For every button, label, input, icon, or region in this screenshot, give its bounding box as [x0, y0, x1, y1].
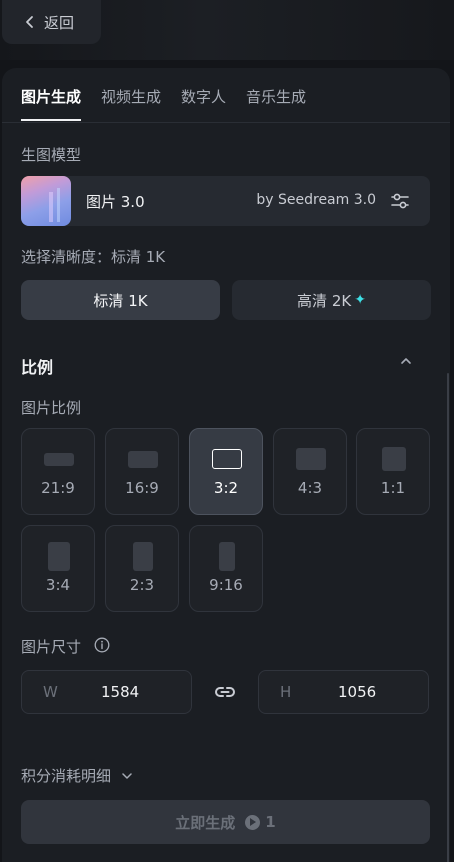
ratio-21-9-label: 21:9 [41, 479, 75, 497]
generation-panel: 图片生成 视频生成 数字人 音乐生成 生图模型 图片 3.0 by Seedre… [2, 68, 450, 862]
ratio-3-4-shape [48, 542, 70, 571]
width-field[interactable]: W 1584 [21, 670, 192, 714]
ratio-1-1-shape [382, 447, 406, 471]
ratio-3-4-label: 3:4 [45, 576, 71, 594]
ratio-4-3-label: 4:3 [297, 479, 323, 497]
link-icon[interactable] [213, 680, 237, 704]
width-field-value[interactable]: 1584 [101, 683, 139, 701]
ratio-16-9-option[interactable]: 16:9 [105, 428, 179, 515]
ratio-21-9-option[interactable]: 21:9 [21, 428, 95, 515]
cost-details-label: 积分消耗明细 [21, 767, 112, 785]
tab-digital-human[interactable]: 数字人 [181, 86, 226, 120]
sparkle-icon: ✦ [354, 292, 366, 308]
ratio-9-16-label: 9:16 [209, 576, 243, 594]
ratio-1-1-label: 1:1 [380, 479, 406, 497]
ratio-21-9-shape [44, 453, 74, 466]
tab-image-generation[interactable]: 图片生成 [21, 86, 82, 121]
ratio-section-title: 比例 [21, 358, 54, 377]
quality-sd-1k-button[interactable]: 标清 1K [21, 280, 220, 320]
credit-cost: 1 [265, 813, 276, 831]
sliders-icon[interactable] [390, 191, 410, 211]
ratio-9-16-shape [219, 542, 235, 571]
chevron-down-icon [122, 772, 132, 779]
info-icon[interactable] [94, 637, 110, 653]
ratio-4-3-shape [296, 448, 326, 470]
quality-hd-label: 高清 2K [297, 291, 352, 310]
model-selector[interactable]: 图片 3.0 by Seedream 3.0 [21, 176, 430, 226]
top-bar: 返回 [0, 0, 454, 60]
tab-music-generation[interactable]: 音乐生成 [246, 86, 306, 120]
ratio-2-3-option[interactable]: 2:3 [105, 525, 179, 612]
back-label: 返回 [44, 13, 75, 32]
ratio-4-3-option[interactable]: 4:3 [273, 428, 347, 515]
width-field-label: W [43, 683, 58, 701]
ratio-16-9-shape [128, 451, 158, 468]
ratio-subtitle: 图片比例 [21, 399, 82, 417]
size-label: 图片尺寸 [21, 638, 82, 656]
ratio-1-1-option[interactable]: 1:1 [356, 428, 430, 515]
height-field[interactable]: H 1056 [258, 670, 429, 714]
chevron-up-icon[interactable] [399, 354, 413, 368]
quality-hd-2k-button[interactable]: 高清 2K ✦ [232, 280, 431, 320]
model-name: 图片 3.0 [86, 193, 145, 211]
scrollbar[interactable] [447, 373, 449, 862]
credit-icon [245, 814, 261, 830]
ratio-16-9-label: 16:9 [125, 479, 159, 497]
model-section-label: 生图模型 [21, 146, 82, 164]
model-thumbnail [21, 176, 71, 226]
chevron-left-icon [26, 16, 33, 28]
generate-button[interactable]: 立即生成 1 [21, 800, 430, 844]
back-button[interactable]: 返回 [2, 0, 101, 44]
ratio-2-3-label: 2:3 [129, 576, 155, 594]
cost-details-toggle[interactable]: 积分消耗明细 [21, 765, 133, 786]
tab-bar: 图片生成 视频生成 数字人 音乐生成 [21, 86, 326, 121]
ratio-3-4-option[interactable]: 3:4 [21, 525, 95, 612]
model-by-label: by Seedream 3.0 [256, 192, 376, 208]
tab-video-generation[interactable]: 视频生成 [101, 86, 161, 120]
ratio-3-2-option[interactable]: 3:2 [189, 428, 263, 515]
ratio-3-2-label: 3:2 [213, 479, 239, 497]
ratio-3-2-shape [212, 449, 242, 469]
ratio-2-3-shape [133, 542, 153, 571]
tab-divider [2, 122, 450, 123]
quality-sd-label: 标清 1K [93, 291, 148, 310]
ratio-9-16-option[interactable]: 9:16 [189, 525, 263, 612]
height-field-value[interactable]: 1056 [338, 683, 376, 701]
height-field-label: H [280, 683, 292, 701]
quality-label: 选择清晰度：标清 1K [21, 248, 166, 266]
generate-label: 立即生成 [175, 813, 236, 832]
